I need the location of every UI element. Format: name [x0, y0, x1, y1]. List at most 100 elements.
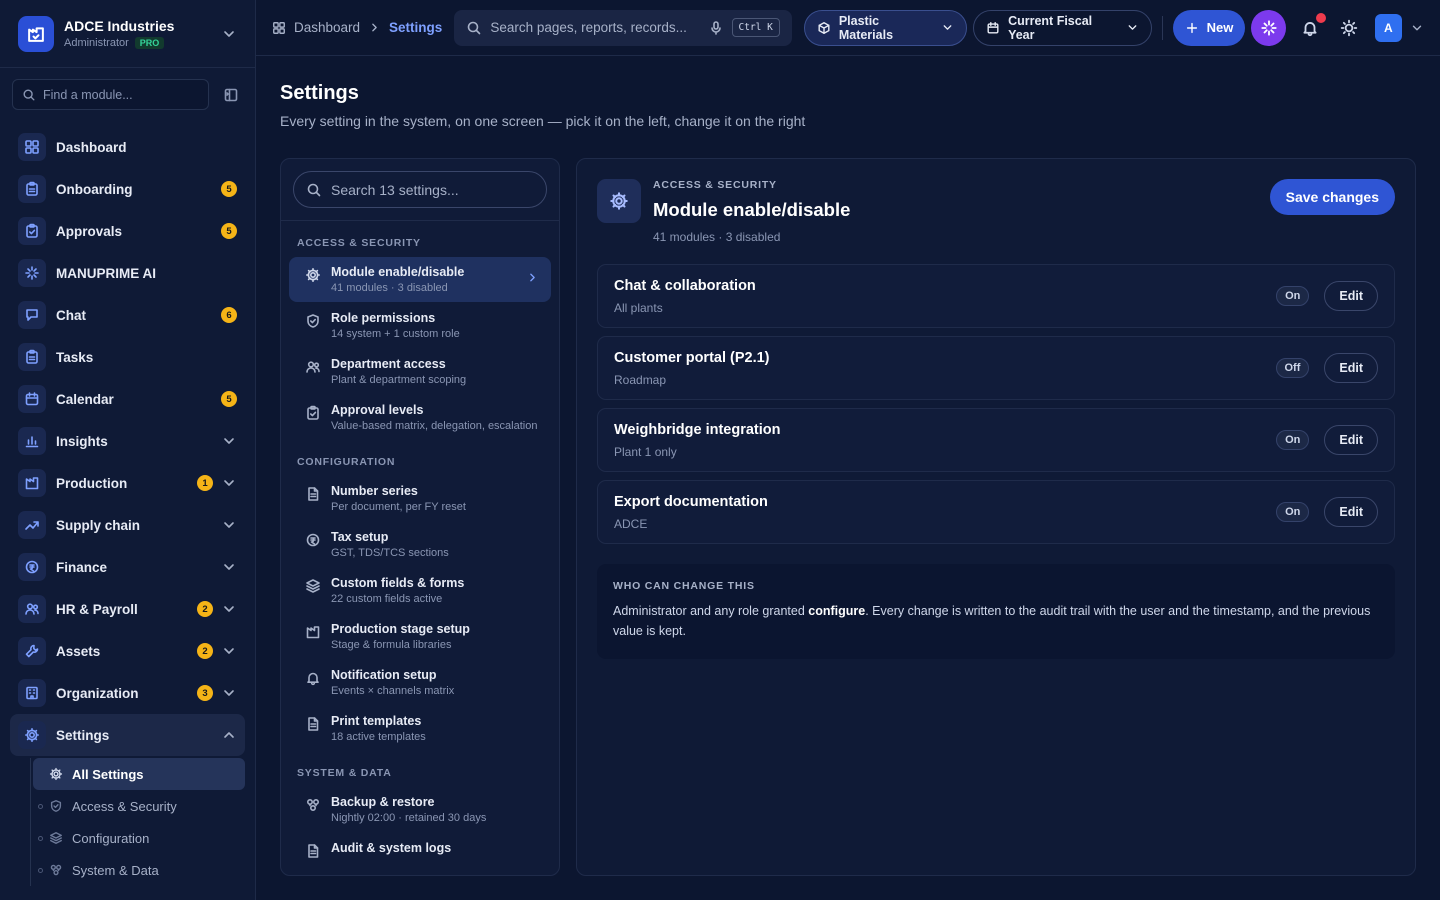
ai-assistant-button[interactable]	[1251, 9, 1287, 46]
settings-item-audit-system-logs[interactable]: Audit & system logs	[289, 833, 551, 867]
chevron-right-icon	[368, 21, 381, 34]
dashboard-icon	[272, 21, 286, 35]
settings-search-input[interactable]: Search 13 settings...	[293, 171, 547, 208]
settings-item-desc: Per document, per FY reset	[331, 501, 466, 513]
settings-item-custom-fields-forms[interactable]: Custom fields & forms 22 custom fields ac…	[289, 568, 551, 613]
notifications-button[interactable]	[1294, 10, 1328, 44]
sidebar-item-supply-chain[interactable]: Supply chain	[10, 504, 245, 546]
calendar-icon	[18, 385, 46, 413]
settings-section-heading: ACCESS & SECURITY	[297, 237, 421, 249]
permission-note-title: WHO CAN CHANGE THIS	[613, 580, 755, 592]
settings-item-name: Production stage setup	[331, 622, 470, 636]
period-selector[interactable]: Current Fiscal Year	[973, 9, 1152, 46]
breadcrumb: Dashboard Settings	[272, 20, 442, 35]
settings-item-name: Custom fields & forms	[331, 576, 465, 590]
settings-item-production-stage-setup[interactable]: Production stage setup Stage & formula li…	[289, 614, 551, 659]
bar-chart-icon	[18, 427, 46, 455]
breadcrumb-root[interactable]: Dashboard	[294, 20, 360, 35]
submenu-item-system-data[interactable]: System & Data	[33, 854, 245, 886]
period-selector-label: Current Fiscal Year	[1008, 13, 1093, 42]
divider	[1161, 15, 1163, 40]
settings-item-desc: Stage & formula libraries	[331, 639, 452, 651]
new-button[interactable]: New	[1172, 9, 1246, 46]
sidebar-item-production[interactable]: Production 1	[10, 462, 245, 504]
permission-note-text: Administrator and any role granted confi…	[613, 604, 1371, 638]
coin-icon	[18, 553, 46, 581]
settings-item-desc: 18 active templates	[331, 731, 426, 743]
sidebar: ADCE Industries Administrator PRO Find a…	[0, 0, 256, 900]
settings-item-desc: Value-based matrix, delegation, escalati…	[331, 420, 538, 432]
sidebar-item-onboarding[interactable]: Onboarding 5	[10, 168, 245, 210]
sidebar-item-dashboard[interactable]: Dashboard	[10, 126, 245, 168]
settings-item-desc: Events × channels matrix	[331, 685, 455, 697]
sidebar-item-label: Finance	[56, 559, 108, 575]
sidebar-item-label: Supply chain	[56, 517, 141, 533]
sidebar-item-manuprime-ai[interactable]: MANUPRIME AI	[10, 252, 245, 294]
global-search-input[interactable]: Search pages, reports, records... Ctrl K	[454, 9, 792, 46]
settings-submenu: All Settings Access & Security Configurati…	[30, 758, 245, 886]
module-status-badge: On	[1276, 502, 1310, 522]
settings-item-department-access[interactable]: Department access Plant & department scop…	[289, 349, 551, 394]
sidebar-item-tasks[interactable]: Tasks	[10, 336, 245, 378]
company-selector[interactable]: Plastic Materials	[803, 9, 968, 46]
settings-item-notification-setup[interactable]: Notification setup Events × channels matr…	[289, 660, 551, 705]
settings-item-backup-restore[interactable]: Backup & restore Nightly 02:00 · retained…	[289, 787, 551, 832]
edit-module-button[interactable]: Edit	[1324, 497, 1378, 527]
theme-toggle-button[interactable]	[1334, 12, 1365, 44]
sidebar-item-calendar[interactable]: Calendar 5	[10, 378, 245, 420]
dashboard-icon	[18, 133, 46, 161]
settings-item-approval-levels[interactable]: Approval levels Value-based matrix, deleg…	[289, 395, 551, 440]
sidebar-item-label: Chat	[56, 307, 86, 323]
collapse-sidebar-icon[interactable]	[219, 87, 243, 103]
document-icon	[305, 843, 321, 859]
plus-icon	[1185, 21, 1199, 35]
factory-icon	[18, 469, 46, 497]
sidebar-item-label: Insights	[56, 433, 108, 449]
edit-module-button[interactable]: Edit	[1324, 281, 1378, 311]
sidebar-item-approvals[interactable]: Approvals 5	[10, 210, 245, 252]
chevron-down-icon	[221, 685, 237, 701]
chevron-down-icon	[1126, 21, 1139, 34]
chevron-down-icon	[941, 21, 954, 34]
permission-note: WHO CAN CHANGE THIS Administrator and an…	[597, 564, 1395, 659]
layers-icon	[305, 578, 321, 594]
module-name: Customer portal (P2.1)	[614, 349, 770, 366]
submenu-item-configuration[interactable]: Configuration	[33, 822, 245, 854]
settings-item-module-enable-disable[interactable]: Module enable/disable 41 modules · 3 disa…	[289, 257, 551, 302]
sidebar-item-chat[interactable]: Chat 6	[10, 294, 245, 336]
settings-item-name: Role permissions	[331, 311, 436, 325]
sidebar-item-insights[interactable]: Insights	[10, 420, 245, 462]
sidebar-item-label: Assets	[56, 643, 101, 659]
notification-dot	[1313, 10, 1328, 25]
sidebar-item-assets[interactable]: Assets 2	[10, 630, 245, 672]
settings-item-role-permissions[interactable]: Role permissions 14 system + 1 custom rol…	[289, 303, 551, 348]
module-name: Chat & collaboration	[614, 277, 756, 294]
clipboard-check-icon	[18, 217, 46, 245]
chevron-down-icon[interactable]	[1410, 21, 1424, 35]
chevron-down-icon[interactable]	[221, 26, 237, 42]
edit-module-button[interactable]: Edit	[1324, 353, 1378, 383]
settings-search-placeholder: Search 13 settings...	[331, 181, 459, 198]
submenu-item-all-settings[interactable]: All Settings	[33, 758, 245, 790]
org-name: ADCE Industries	[64, 18, 175, 34]
edit-module-button[interactable]: Edit	[1324, 425, 1378, 455]
settings-item-tax-setup[interactable]: Tax setup GST, TDS/TCS sections	[289, 522, 551, 567]
save-changes-button[interactable]: Save changes	[1269, 179, 1395, 215]
sidebar-item-finance[interactable]: Finance	[10, 546, 245, 588]
clipboard-icon	[18, 175, 46, 203]
microphone-icon[interactable]	[708, 20, 724, 36]
sidebar-item-hr-payroll[interactable]: HR & Payroll 2	[10, 588, 245, 630]
sidebar-item-settings[interactable]: Settings	[10, 714, 245, 756]
sparkle-icon	[1260, 19, 1278, 37]
shield-icon	[49, 799, 63, 813]
sidebar-item-organization[interactable]: Organization 3	[10, 672, 245, 714]
settings-item-print-templates[interactable]: Print templates 18 active templates	[289, 706, 551, 751]
settings-item-number-series[interactable]: Number series Per document, per FY reset	[289, 476, 551, 521]
sidebar-item-label: Dashboard	[56, 139, 127, 155]
settings-section-heading: CONFIGURATION	[297, 456, 396, 468]
document-icon	[305, 486, 321, 502]
avatar[interactable]: A	[1374, 13, 1402, 42]
submenu-item-access-security[interactable]: Access & Security	[33, 790, 245, 822]
org-switcher[interactable]: ADCE Industries Administrator PRO	[0, 0, 255, 68]
module-search-input[interactable]: Find a module...	[12, 79, 209, 110]
